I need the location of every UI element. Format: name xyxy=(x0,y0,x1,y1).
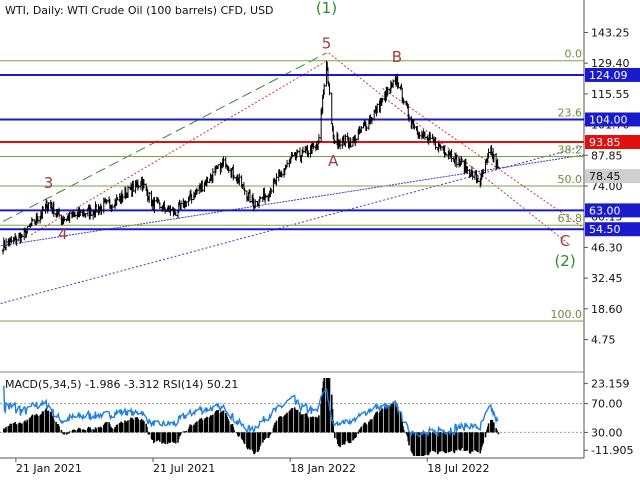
time-tick-label: 18 Jan 2022 xyxy=(290,462,356,475)
wave-label: B xyxy=(392,48,402,66)
indicator-title: MACD(5,34,5) -1.986 -3.312 RSI(14) 50.21 xyxy=(5,378,238,391)
wave-label: 3 xyxy=(44,174,54,192)
fib-level-label: 0.0 xyxy=(565,48,583,61)
indicator-tick-label: 23.159 xyxy=(591,377,630,390)
wave-label: 4 xyxy=(58,225,68,243)
price-tick-label: 143.25 xyxy=(591,26,630,39)
chart-background xyxy=(0,0,640,480)
fib-level-label: 61.8 xyxy=(558,212,583,225)
wave-label: 5 xyxy=(322,35,332,53)
price-tick-label: 46.30 xyxy=(591,241,623,254)
time-tick-label: 18 Jul 2022 xyxy=(427,462,489,475)
fib-level-label: 38.2 xyxy=(558,144,583,157)
indicator-tick-label: -11.905 xyxy=(591,444,633,457)
price-tick-label: 115.55 xyxy=(591,88,630,101)
level-tag-label: 104.00 xyxy=(589,113,628,126)
chart-title: WTI, Daily: WTI Crude Oil (100 barrels) … xyxy=(5,4,274,17)
time-tick-label: 21 Jul 2021 xyxy=(153,462,215,475)
indicator-tick-label: 30.00 xyxy=(591,426,623,439)
level-tag-label: 124.09 xyxy=(589,69,628,82)
wave-label: (1) xyxy=(316,0,337,17)
price-tick-label: 4.75 xyxy=(591,334,616,347)
time-tick-label: 21 Jan 2021 xyxy=(16,462,82,475)
level-tag-label: 54.50 xyxy=(589,223,621,236)
wave-label: (2) xyxy=(554,252,575,270)
wave-label: C xyxy=(560,232,570,250)
price-tick-label: 32.45 xyxy=(591,272,623,285)
price-tick-label: 18.60 xyxy=(591,303,623,316)
indicator-tick-label: 70.00 xyxy=(591,398,623,411)
fib-level-label: 23.6 xyxy=(558,106,583,119)
current-price-label: 78.45 xyxy=(589,170,621,183)
chart-canvas: 0.0 23.6 38.2 50.0 61.8 100.0 (1) 5 B A 3 4 C (2) 14… xyxy=(0,0,640,480)
fib-level-label: 50.0 xyxy=(558,173,583,186)
level-tag-label: 63.00 xyxy=(589,204,621,217)
level-tag-label: 93.85 xyxy=(589,136,621,149)
wave-label: A xyxy=(328,152,339,170)
fib-level-label: 100.0 xyxy=(551,308,583,321)
price-tick-label: 87.85 xyxy=(591,149,623,162)
